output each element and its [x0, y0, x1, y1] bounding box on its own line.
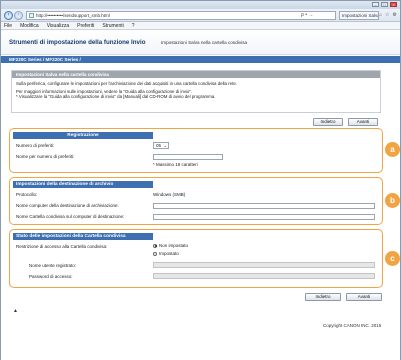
registration-section: Registrazione Numero di preferiti: 05 ⌄ …: [9, 128, 383, 173]
page-title: Strumenti di impostazione della funzione…: [9, 39, 146, 46]
radio-not-set-label: Non impostato: [159, 243, 189, 248]
protocol-value: Windows (SMB): [153, 192, 186, 197]
back-button-top[interactable]: Indietro: [313, 118, 343, 126]
menu-bar: File Modifica Visualizza Preferiti Strum…: [1, 22, 400, 30]
next-button-top[interactable]: Avanti: [348, 118, 378, 126]
page-header: Strumenti di impostazione della funzione…: [1, 30, 400, 55]
destination-heading: Impostazioni della destinazione di archi…: [13, 181, 153, 188]
num-prefs-value: 05: [156, 143, 162, 148]
home-icon[interactable]: ⌂: [379, 12, 382, 18]
badge-c: c: [385, 251, 400, 266]
destination-section: Impostazioni della destinazione di archi…: [9, 177, 383, 225]
page-content: Strumenti di impostazione della funzione…: [1, 30, 400, 360]
folder-field[interactable]: [153, 214, 375, 220]
badge-b: b: [385, 193, 400, 208]
status-section: Stato delle impostazioni della Cartella …: [9, 229, 383, 288]
browser-tab[interactable]: Impostazioni Salva ne...: [339, 11, 379, 20]
status-panel: Stato delle impostazioni della Cartella …: [13, 233, 379, 284]
intro-line-3: * Visualizzare la "Guida alla configuraz…: [16, 94, 216, 100]
menu-visualizza[interactable]: Visualizza: [47, 23, 69, 29]
back-to-top-icon[interactable]: ▲: [13, 308, 18, 314]
back-arrow-icon[interactable]: ‹: [4, 11, 13, 20]
num-prefs-label: Numero di preferiti:: [16, 143, 55, 148]
user-label: Nome utente registrato:: [29, 263, 77, 268]
intro-panel: Impostazioni Salva nella cartella condiv…: [11, 70, 381, 113]
password-field[interactable]: [153, 273, 375, 279]
browser-window: – □ × ‹ › http://••••••••••/sendsupport_…: [0, 0, 401, 360]
protocol-label: Protocollo:: [16, 192, 38, 197]
pref-name-hint: * Massimo 16 caratteri: [153, 162, 198, 167]
radio-not-set-icon[interactable]: [153, 243, 157, 248]
url-field[interactable]: http://••••••••••/sendsupport_smb.html: [26, 11, 336, 20]
host-field[interactable]: [153, 203, 375, 209]
model-breadcrumb: MF220C Series / MF220C Series /: [1, 56, 400, 63]
toolbar-icons: ⌂ ☆ ⚙: [379, 12, 397, 18]
radio-set[interactable]: Impostato: [153, 251, 179, 256]
folder-label: Nome Cartella condivisa sul computer di …: [16, 214, 125, 219]
badge-a: a: [385, 142, 400, 157]
radio-set-label: Impostato: [159, 251, 179, 256]
menu-help[interactable]: ?: [132, 23, 135, 29]
menu-strumenti[interactable]: Strumenti: [102, 23, 123, 29]
status-heading: Stato delle impostazioni della Cartella …: [13, 233, 153, 240]
intro-heading: Impostazioni Salva nella cartella condiv…: [12, 71, 380, 78]
gear-icon[interactable]: ⚙: [393, 12, 397, 18]
menu-modifica[interactable]: Modifica: [20, 23, 39, 29]
pref-name-field[interactable]: [153, 154, 223, 160]
url-tools[interactable]: ρ • →: [301, 12, 313, 18]
pref-name-label: Nome per numero di preferiti:: [16, 154, 75, 159]
menu-file[interactable]: File: [4, 23, 12, 29]
num-prefs-select[interactable]: 05 ⌄: [153, 142, 169, 149]
title-bar: – □ ×: [1, 1, 400, 9]
address-bar: ‹ › http://••••••••••/sendsupport_smb.ht…: [1, 9, 400, 22]
window-controls: – □ ×: [372, 2, 397, 7]
minimize-icon[interactable]: –: [372, 2, 379, 7]
maximize-icon[interactable]: □: [381, 2, 388, 7]
destination-panel: Impostazioni della destinazione di archi…: [13, 181, 379, 221]
copyright-text: Copyright CANON INC. 2015: [323, 323, 382, 328]
registration-panel: Registrazione Numero di preferiti: 05 ⌄ …: [13, 132, 379, 169]
password-label: Password di accesso:: [29, 274, 73, 279]
next-button-bottom[interactable]: Avanti: [346, 293, 382, 301]
close-icon[interactable]: ×: [390, 2, 397, 7]
host-label: Nome computer della destinazione di arch…: [16, 203, 119, 208]
url-text: http://••••••••••/sendsupport_smb.html: [36, 13, 110, 18]
radio-not-set[interactable]: Non impostato: [153, 243, 188, 248]
page-subtitle: Impostazioni Salva nella cartella condiv…: [161, 40, 248, 45]
back-button-bottom[interactable]: Indietro: [305, 293, 341, 301]
star-icon[interactable]: ☆: [385, 12, 389, 18]
chevron-down-icon: ⌄: [163, 143, 167, 148]
restriction-label: Restrizione di accesso alla Cartella con…: [16, 244, 108, 249]
intro-text: Sulla periferica, configurare le imposta…: [12, 78, 380, 105]
menu-preferiti[interactable]: Preferiti: [77, 23, 94, 29]
forward-arrow-icon[interactable]: ›: [14, 11, 23, 20]
radio-set-icon[interactable]: [153, 251, 157, 256]
intro-line-1: Sulla periferica, configurare le imposta…: [16, 81, 237, 86]
page-icon: [29, 13, 34, 18]
user-field[interactable]: [153, 262, 375, 268]
registration-heading: Registrazione: [13, 132, 153, 139]
